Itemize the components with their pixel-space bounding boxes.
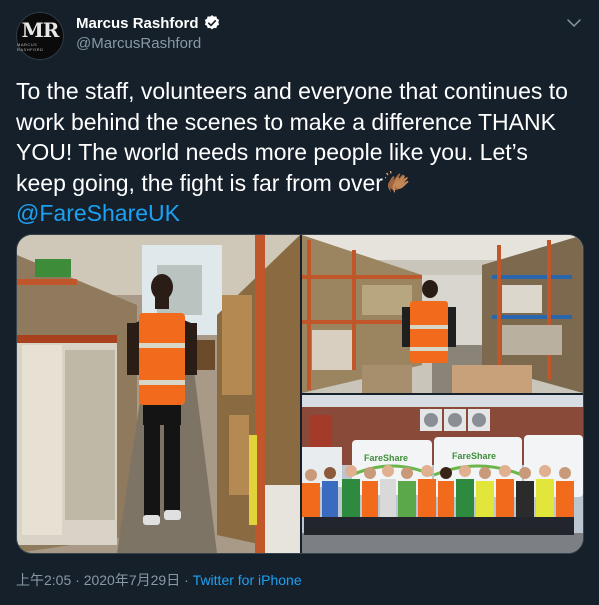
tweet-source-link[interactable]: Twitter for iPhone: [193, 572, 302, 588]
tweet-text: To the staff, volunteers and everyone th…: [16, 76, 582, 229]
tweet-card: MR MARCUS RASHFORD Marcus Rashford @Marc…: [0, 0, 599, 605]
tweet-meta: 上午2:05 · 2020年7月29日 · Twitter for iPhone: [16, 570, 302, 590]
tweet-body: To the staff, volunteers and everyone th…: [16, 78, 568, 196]
author-display-name[interactable]: Marcus Rashford: [76, 15, 199, 32]
avatar-caption: MARCUS RASHFORD: [17, 42, 44, 52]
clapping-hands-icon: [384, 170, 409, 193]
tweet-date-link[interactable]: 2020年7月29日: [84, 572, 181, 588]
media-grid[interactable]: FareShare FareShare: [16, 234, 584, 554]
author-handle[interactable]: @MarcusRashford: [76, 35, 201, 52]
avatar[interactable]: MR MARCUS RASHFORD: [16, 12, 64, 60]
avatar-monogram: MR: [21, 18, 60, 42]
photo-volunteers-vans[interactable]: FareShare FareShare: [302, 395, 583, 553]
meta-separator-2: ·: [180, 572, 193, 588]
van-brand-label: FareShare: [364, 453, 408, 463]
photo-warehouse-shelves[interactable]: [302, 235, 583, 393]
tweet-time-link[interactable]: 上午2:05: [16, 572, 71, 588]
fareshare-mention-link[interactable]: @FareShareUK: [16, 200, 180, 226]
verified-badge-icon: [204, 15, 219, 30]
photo-warehouse-aisle[interactable]: [17, 235, 300, 553]
van-brand-label-2: FareShare: [452, 451, 496, 461]
author-name-row[interactable]: Marcus Rashford: [76, 14, 221, 32]
chevron-down-icon[interactable]: [565, 14, 583, 32]
meta-separator: ·: [71, 572, 84, 588]
